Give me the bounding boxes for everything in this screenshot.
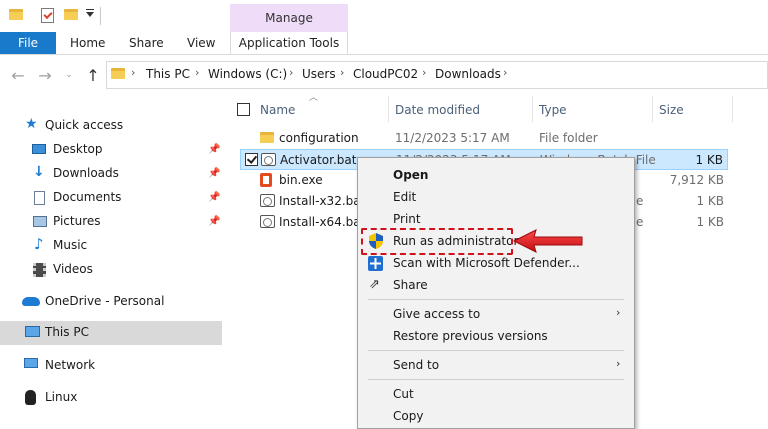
tab-view[interactable]: View xyxy=(187,36,215,50)
column-header-name[interactable]: Name xyxy=(260,103,295,117)
videos-icon xyxy=(33,263,46,277)
menu-separator xyxy=(368,350,624,351)
documents-icon xyxy=(34,191,45,205)
customize-toolbar-chevron-icon[interactable] xyxy=(86,9,94,17)
location-folder-icon xyxy=(111,68,125,79)
download-icon: ↓ xyxy=(33,164,45,180)
breadcrumb-windows-c[interactable]: Windows (C:) xyxy=(208,67,287,81)
toolbar-divider xyxy=(100,7,101,25)
breadcrumb-chevron-icon[interactable]: › xyxy=(289,66,293,79)
breadcrumb-this-pc[interactable]: This PC xyxy=(146,67,190,81)
column-divider[interactable] xyxy=(652,96,653,122)
column-divider[interactable] xyxy=(388,96,389,122)
pictures-icon xyxy=(33,216,47,227)
menu-item-print[interactable]: Print xyxy=(393,212,421,226)
column-divider[interactable] xyxy=(532,96,533,122)
share-icon: ⇗ xyxy=(369,277,380,292)
tab-home[interactable]: Home xyxy=(70,36,105,50)
nav-onedrive[interactable]: OneDrive - Personal xyxy=(0,290,222,314)
exe-icon xyxy=(260,173,272,187)
back-arrow-icon[interactable]: ← xyxy=(9,66,27,85)
table-row[interactable]: configuration 11/2/2023 5:17 AM File fol… xyxy=(240,128,728,149)
menu-item-send-to[interactable]: Send to xyxy=(393,358,439,372)
context-menu: Open Edit Print Run as administrator Sca… xyxy=(357,157,635,429)
star-icon: ★ xyxy=(25,116,38,132)
computer-icon xyxy=(25,326,40,337)
breadcrumb-downloads[interactable]: Downloads xyxy=(435,67,501,81)
menu-separator xyxy=(368,379,624,380)
menu-item-open[interactable]: Open xyxy=(393,168,428,182)
nav-this-pc[interactable]: This PC xyxy=(0,321,222,345)
manage-group-label: Manage xyxy=(265,11,313,25)
quick-access-toolbar xyxy=(0,0,768,32)
tab-application-tools[interactable]: Application Tools xyxy=(230,32,348,54)
folder-icon xyxy=(260,132,274,143)
annotation-arrow-icon xyxy=(512,229,583,253)
pin-icon[interactable]: 📌 xyxy=(208,192,220,203)
breadcrumb-users[interactable]: Users xyxy=(302,67,336,81)
up-arrow-icon[interactable]: ↑ xyxy=(84,66,102,85)
nav-desktop[interactable]: Desktop 📌 xyxy=(0,138,222,162)
column-header-size[interactable]: Size xyxy=(659,103,684,117)
menu-item-share[interactable]: Share xyxy=(393,278,428,292)
desktop-icon xyxy=(32,144,46,154)
pin-icon[interactable]: 📌 xyxy=(208,168,220,179)
column-header-type[interactable]: Type xyxy=(539,103,567,117)
nav-videos[interactable]: Videos xyxy=(0,258,222,282)
linux-icon xyxy=(25,390,36,405)
submenu-chevron-icon: › xyxy=(616,357,621,370)
breadcrumb-chevron-icon[interactable]: › xyxy=(195,66,199,79)
new-folder-icon[interactable] xyxy=(64,9,78,20)
breadcrumb-cloudpc02[interactable]: CloudPC02 xyxy=(353,67,418,81)
breadcrumb-chevron-icon[interactable]: › xyxy=(503,66,507,79)
nav-quick-access[interactable]: ★ Quick access xyxy=(0,114,222,138)
tab-share[interactable]: Share xyxy=(129,36,164,50)
select-all-checkbox[interactable] xyxy=(237,103,250,116)
column-divider[interactable] xyxy=(732,96,733,122)
column-header-date[interactable]: Date modified xyxy=(395,103,480,117)
nav-music[interactable]: ♪ Music xyxy=(0,234,222,258)
breadcrumb-chevron-icon[interactable]: › xyxy=(131,66,135,79)
menu-item-cut[interactable]: Cut xyxy=(393,387,414,401)
annotation-highlight-box xyxy=(361,228,513,255)
menu-item-edit[interactable]: Edit xyxy=(393,190,416,204)
breadcrumb-chevron-icon[interactable]: › xyxy=(422,66,426,79)
ribbon-divider xyxy=(0,54,768,55)
defender-icon xyxy=(368,256,383,271)
music-icon: ♪ xyxy=(34,235,44,253)
menu-item-scan-defender[interactable]: Scan with Microsoft Defender... xyxy=(393,256,580,270)
nav-documents[interactable]: Documents 📌 xyxy=(0,186,222,210)
menu-item-copy[interactable]: Copy xyxy=(393,409,423,423)
folder-icon[interactable] xyxy=(9,9,23,20)
forward-arrow-icon[interactable]: → xyxy=(36,66,54,85)
nav-network[interactable]: Network xyxy=(0,354,222,378)
batch-file-icon xyxy=(260,194,275,207)
cloud-icon xyxy=(22,297,40,306)
pin-icon[interactable]: 📌 xyxy=(208,144,220,155)
batch-file-icon xyxy=(260,215,275,228)
row-checkbox[interactable] xyxy=(245,153,258,166)
properties-icon[interactable] xyxy=(41,8,54,23)
batch-file-icon xyxy=(261,153,276,166)
tab-file[interactable]: File xyxy=(0,32,56,54)
menu-item-give-access[interactable]: Give access to xyxy=(393,307,480,321)
submenu-chevron-icon: › xyxy=(616,306,621,319)
nav-linux[interactable]: Linux xyxy=(0,386,222,410)
pin-icon[interactable]: 📌 xyxy=(208,216,220,227)
nav-pictures[interactable]: Pictures 📌 xyxy=(0,210,222,234)
breadcrumb-chevron-icon[interactable]: › xyxy=(340,66,344,79)
recent-locations-chevron-icon[interactable]: ⌄ xyxy=(60,70,78,80)
network-icon xyxy=(24,358,38,368)
nav-downloads[interactable]: ↓ Downloads 📌 xyxy=(0,162,222,186)
menu-separator xyxy=(368,299,624,300)
sort-ascending-icon: ︿ xyxy=(309,93,319,103)
menu-item-restore-versions[interactable]: Restore previous versions xyxy=(393,329,548,343)
